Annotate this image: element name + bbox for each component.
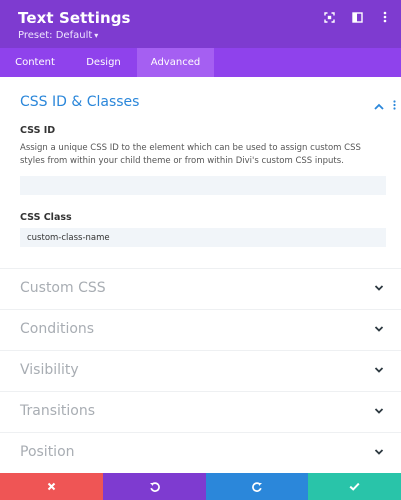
css-id-description: Assign a unique CSS ID to the element wh… xyxy=(20,143,361,166)
css-class-label: CSS Class xyxy=(20,212,72,223)
section-title-transitions: Transitions xyxy=(20,403,95,419)
redo-button[interactable] xyxy=(206,473,308,500)
cancel-button[interactable] xyxy=(0,473,103,500)
section-css-id-classes: CSS ID & Classes CSS ID Assign a unique … xyxy=(0,77,401,268)
section-title-conditions: Conditions xyxy=(20,321,95,337)
section-controls xyxy=(374,97,396,115)
section-title-visibility: Visibility xyxy=(20,362,79,378)
section-title-position: Position xyxy=(20,444,75,460)
section-menu-icon[interactable] xyxy=(393,97,396,115)
preset-selector[interactable]: Preset: Default ▾ xyxy=(18,30,98,41)
chevron-up-icon[interactable] xyxy=(374,97,384,115)
modal-title: Text Settings xyxy=(18,9,131,27)
section-position[interactable]: Position xyxy=(0,432,401,472)
header-actions xyxy=(323,11,391,23)
section-transitions[interactable]: Transitions xyxy=(0,391,401,431)
modal-header: Text Settings Preset: Default ▾ xyxy=(0,0,401,48)
css-class-input[interactable]: custom-class-name xyxy=(20,228,386,247)
chevron-down-icon xyxy=(374,449,384,455)
section-custom-css[interactable]: Custom CSS xyxy=(0,268,401,308)
modal-footer xyxy=(0,473,401,500)
section-title-custom-css: Custom CSS xyxy=(20,280,106,296)
check-icon xyxy=(349,482,360,491)
expand-icon[interactable] xyxy=(323,11,335,23)
undo-button[interactable] xyxy=(103,473,206,500)
section-conditions[interactable]: Conditions xyxy=(0,309,401,349)
settings-tabs: Content Design Advanced xyxy=(0,48,401,77)
chevron-down-icon xyxy=(374,326,384,332)
settings-content: CSS ID & Classes CSS ID Assign a unique … xyxy=(0,77,401,473)
tab-design[interactable]: Design xyxy=(70,48,137,77)
caret-down-icon: ▾ xyxy=(94,31,99,40)
more-options-icon[interactable] xyxy=(379,11,391,23)
chevron-down-icon xyxy=(374,367,384,373)
redo-icon xyxy=(251,482,262,492)
chevron-down-icon xyxy=(374,408,384,414)
close-icon xyxy=(47,482,56,491)
css-id-input[interactable] xyxy=(20,176,386,195)
sidebar-toggle-icon[interactable] xyxy=(351,11,363,23)
chevron-down-icon xyxy=(374,285,384,291)
undo-icon xyxy=(150,482,160,492)
tab-content[interactable]: Content xyxy=(0,48,70,77)
preset-label: Preset: Default xyxy=(18,30,93,41)
section-title-css-id-classes[interactable]: CSS ID & Classes xyxy=(20,94,139,110)
css-id-label: CSS ID xyxy=(20,125,56,136)
section-visibility[interactable]: Visibility xyxy=(0,350,401,390)
save-button[interactable] xyxy=(308,473,401,500)
tab-advanced[interactable]: Advanced xyxy=(137,48,214,77)
